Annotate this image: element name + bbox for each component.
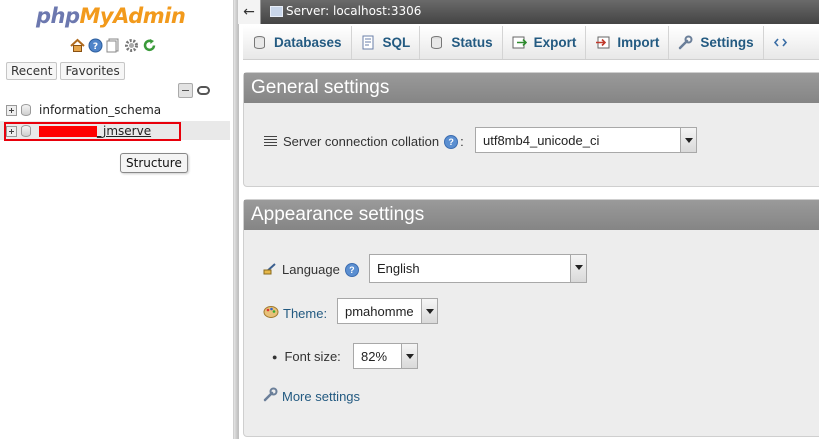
link-with-main-panel-icon[interactable] bbox=[197, 86, 210, 95]
back-button[interactable]: ← bbox=[238, 0, 261, 24]
collapse-all-icon[interactable] bbox=[178, 83, 193, 98]
phpmyadmin-logo[interactable]: phpMyAdmin bbox=[36, 4, 186, 28]
list-icon bbox=[264, 136, 277, 147]
tab-export[interactable]: Export bbox=[503, 26, 587, 59]
wrench-icon bbox=[678, 35, 693, 50]
language-icon bbox=[263, 261, 279, 278]
top-breadcrumb-bar: ← Server: localhost:3306 bbox=[238, 0, 819, 24]
server-label[interactable]: Server: localhost:3306 bbox=[286, 4, 421, 18]
more-settings-row: More settings bbox=[263, 387, 360, 405]
tab-more[interactable] bbox=[764, 26, 797, 59]
quick-icons: ? bbox=[70, 38, 157, 53]
tab-databases[interactable]: Databases bbox=[243, 26, 352, 59]
font-size-select[interactable]: 82% bbox=[353, 343, 418, 369]
font-size-label: Font size: bbox=[284, 349, 341, 364]
settings-gear-icon[interactable] bbox=[124, 38, 139, 53]
svg-text:?: ? bbox=[93, 42, 98, 52]
structure-tooltip: Structure bbox=[120, 153, 188, 173]
appearance-settings-title: Appearance settings bbox=[244, 200, 819, 230]
appearance-settings-group: Appearance settings Language ? English T… bbox=[243, 199, 819, 437]
tab-sql[interactable]: SQL bbox=[352, 26, 421, 59]
annotation-highlight-box bbox=[4, 122, 181, 141]
collation-row: Server connection collation ? : bbox=[264, 134, 464, 149]
help-icon[interactable]: ? bbox=[344, 262, 359, 277]
theme-link[interactable]: Theme: bbox=[283, 306, 327, 321]
main-tabs: Databases SQL Status Export Import Setti… bbox=[243, 26, 819, 60]
database-row-information-schema[interactable]: information_schema bbox=[6, 101, 161, 119]
dropdown-arrow-icon[interactable] bbox=[570, 255, 586, 282]
dropdown-arrow-icon[interactable] bbox=[680, 128, 696, 152]
theme-row: Theme: bbox=[263, 305, 327, 322]
tab-settings[interactable]: Settings bbox=[669, 26, 764, 59]
general-settings-group: General settings Server connection colla… bbox=[243, 72, 819, 187]
expand-icon[interactable] bbox=[6, 104, 17, 116]
help-icon[interactable]: ? bbox=[88, 38, 103, 53]
database-name[interactable]: information_schema bbox=[39, 103, 161, 117]
bullet-icon: ● bbox=[272, 351, 278, 362]
server-breadcrumb[interactable]: Server: localhost:3306 bbox=[270, 4, 421, 18]
dropdown-arrow-icon[interactable] bbox=[421, 299, 437, 323]
more-settings-link[interactable]: More settings bbox=[282, 389, 360, 404]
sql-icon bbox=[361, 35, 376, 50]
tree-controls bbox=[178, 83, 210, 98]
database-icon bbox=[252, 35, 267, 50]
export-icon bbox=[512, 35, 527, 50]
language-label: Language bbox=[282, 262, 340, 277]
collation-colon: : bbox=[460, 134, 464, 149]
reload-icon[interactable] bbox=[142, 38, 157, 53]
server-icon bbox=[270, 5, 283, 17]
documentation-icon[interactable] bbox=[106, 38, 121, 53]
status-icon bbox=[429, 35, 444, 50]
panel-resize-handle[interactable] bbox=[233, 0, 239, 439]
tab-status[interactable]: Status bbox=[420, 26, 503, 59]
help-icon[interactable]: ? bbox=[444, 134, 459, 149]
navigation-tabs: Recent Favorites bbox=[6, 62, 125, 80]
import-icon bbox=[595, 35, 610, 50]
tab-import[interactable]: Import bbox=[586, 26, 670, 59]
collation-select[interactable]: utf8mb4_unicode_ci bbox=[475, 127, 697, 153]
database-icon bbox=[21, 104, 31, 116]
font-size-row: ● Font size: bbox=[272, 349, 341, 364]
recent-tab[interactable]: Recent bbox=[6, 62, 58, 80]
home-icon[interactable] bbox=[70, 38, 85, 53]
navigation-panel: phpMyAdmin ? Recent Favorites informatio… bbox=[0, 0, 233, 439]
theme-select[interactable]: pmahomme bbox=[337, 298, 438, 324]
wrench-icon bbox=[263, 387, 278, 405]
language-row: Language ? bbox=[263, 261, 359, 278]
theme-palette-icon bbox=[263, 305, 279, 322]
more-icon bbox=[773, 35, 788, 50]
collation-label: Server connection collation bbox=[283, 134, 440, 149]
language-select[interactable]: English bbox=[369, 254, 587, 283]
dropdown-arrow-icon[interactable] bbox=[401, 344, 417, 368]
general-settings-title: General settings bbox=[244, 73, 819, 103]
favorites-tab[interactable]: Favorites bbox=[60, 62, 125, 80]
